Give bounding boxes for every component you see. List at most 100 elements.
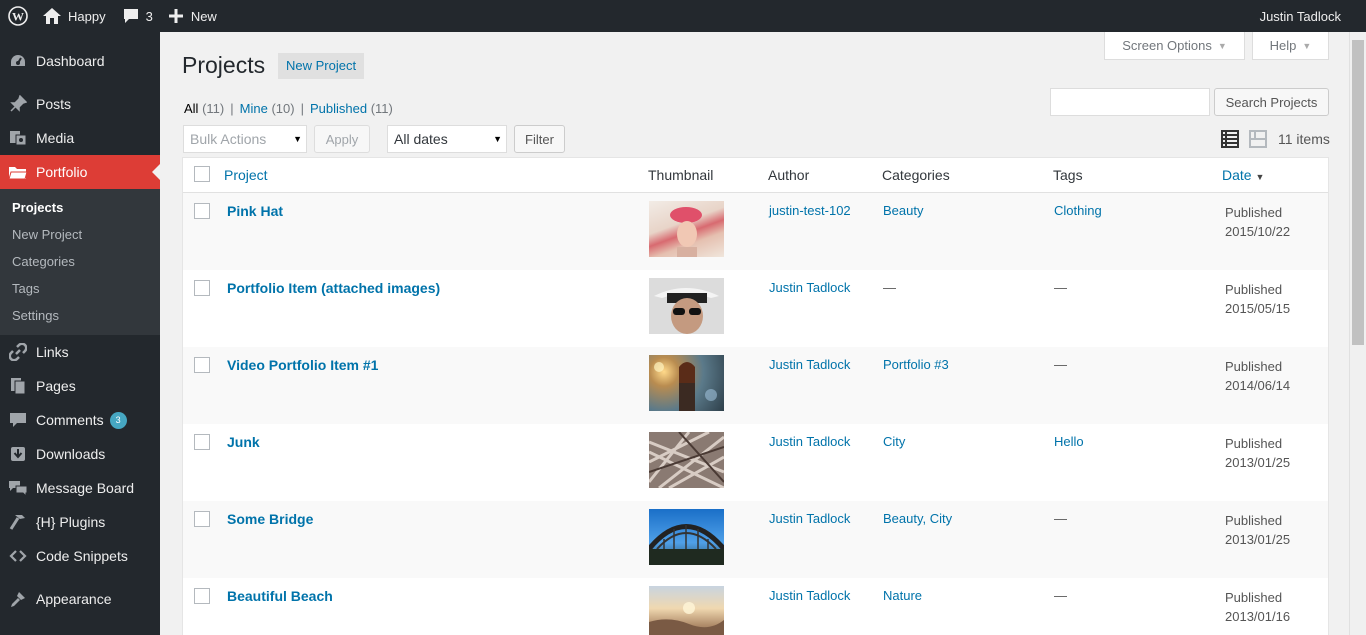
- excerpt-view-icon[interactable]: [1249, 130, 1267, 151]
- post-date-value: 2014/06/14: [1225, 378, 1291, 393]
- filter-mine[interactable]: Mine (10): [240, 101, 295, 116]
- column-project[interactable]: Project: [224, 167, 268, 183]
- menu-item-pages[interactable]: Pages: [0, 369, 160, 403]
- project-title-link[interactable]: Junk: [227, 434, 260, 450]
- menu-item-appearance[interactable]: Appearance: [0, 582, 160, 616]
- dropdown-arrow-icon: ▼: [293, 134, 302, 144]
- search-projects-button[interactable]: Search Projects: [1214, 88, 1329, 116]
- screen-options-button[interactable]: Screen Options ▼: [1104, 32, 1245, 60]
- select-all-checkbox[interactable]: [194, 166, 210, 182]
- author-link[interactable]: justin-test-102: [769, 203, 851, 218]
- row-checkbox[interactable]: [194, 203, 210, 219]
- filter-button[interactable]: Filter: [514, 125, 565, 153]
- menu-item-label: Portfolio: [36, 164, 88, 180]
- row-checkbox[interactable]: [194, 280, 210, 296]
- submenu-item-settings[interactable]: Settings: [0, 302, 160, 329]
- menu-item-comments[interactable]: Comments 3: [0, 403, 160, 437]
- project-thumbnail[interactable]: [649, 201, 724, 257]
- help-button[interactable]: Help ▼: [1252, 32, 1329, 60]
- post-status: Published: [1225, 590, 1283, 605]
- comments-count: 3: [145, 8, 153, 24]
- post-status: Published: [1225, 205, 1283, 220]
- submenu-item-tags[interactable]: Tags: [0, 275, 160, 302]
- apply-button[interactable]: Apply: [314, 125, 370, 153]
- submenu-item-categories[interactable]: Categories: [0, 248, 160, 275]
- menu-item-links[interactable]: Links: [0, 335, 160, 369]
- scrollbar-thumb[interactable]: [1352, 40, 1364, 345]
- filter-published[interactable]: Published (11): [310, 101, 393, 116]
- divider: |: [230, 101, 234, 116]
- project-title-link[interactable]: Video Portfolio Item #1: [227, 357, 378, 373]
- search-input[interactable]: [1050, 88, 1210, 116]
- post-date: Published 2015/10/22: [1225, 203, 1290, 241]
- comments-link[interactable]: 3: [114, 0, 161, 32]
- category-link[interactable]: City: [883, 434, 905, 449]
- category-link[interactable]: Nature: [883, 588, 922, 603]
- category-link[interactable]: Beauty, City: [883, 511, 952, 526]
- tag-empty: —: [1054, 357, 1067, 372]
- category-empty: —: [883, 280, 896, 295]
- user-account-link[interactable]: Justin Tadlock: [1252, 0, 1366, 32]
- hammer-icon: [8, 512, 28, 532]
- submenu-item-projects[interactable]: Projects: [0, 194, 160, 221]
- list-view-icon[interactable]: [1221, 130, 1239, 151]
- row-checkbox[interactable]: [194, 357, 210, 373]
- screen-options-label: Screen Options: [1122, 38, 1212, 53]
- author-link[interactable]: Justin Tadlock: [769, 511, 850, 526]
- menu-item-message-board[interactable]: Message Board: [0, 471, 160, 505]
- project-thumbnail[interactable]: [647, 509, 726, 565]
- row-checkbox[interactable]: [194, 434, 210, 450]
- projects-table: Project Thumbnail Author Categories Tags…: [182, 157, 1329, 635]
- submenu-item-new-project[interactable]: New Project: [0, 221, 160, 248]
- post-date-value: 2013/01/25: [1225, 532, 1291, 547]
- date-filter-select[interactable]: All dates ▼: [387, 125, 507, 153]
- wordpress-logo-icon[interactable]: W: [2, 0, 34, 32]
- pin-icon: [8, 94, 28, 114]
- tag-link[interactable]: Hello: [1054, 434, 1084, 449]
- menu-item-plugins[interactable]: {H} Plugins: [0, 505, 160, 539]
- menu-item-dashboard[interactable]: Dashboard: [0, 44, 160, 78]
- project-thumbnail[interactable]: [649, 278, 724, 334]
- menu-item-portfolio[interactable]: Portfolio: [0, 155, 160, 189]
- project-title-link[interactable]: Portfolio Item (attached images): [227, 280, 440, 296]
- menu-item-label: Comments: [36, 412, 104, 428]
- author-link[interactable]: Justin Tadlock: [769, 588, 850, 603]
- project-title-link[interactable]: Beautiful Beach: [227, 588, 333, 604]
- date-filter-value: All dates: [394, 131, 448, 147]
- author-link[interactable]: Justin Tadlock: [769, 357, 850, 372]
- portfolio-submenu: Projects New Project Categories Tags Set…: [0, 189, 160, 335]
- site-name-link[interactable]: Happy: [34, 0, 114, 32]
- new-content-link[interactable]: New: [161, 0, 225, 32]
- project-thumbnail[interactable]: [647, 430, 725, 490]
- menu-item-label: Appearance: [36, 591, 112, 607]
- media-icon: [8, 128, 28, 148]
- page-scrollbar[interactable]: [1349, 32, 1366, 635]
- comments-badge: 3: [109, 411, 127, 429]
- author-link[interactable]: Justin Tadlock: [769, 280, 850, 295]
- menu-item-media[interactable]: Media: [0, 121, 160, 155]
- project-title-link[interactable]: Some Bridge: [227, 511, 313, 527]
- filter-all[interactable]: All (11): [184, 101, 224, 116]
- tag-link[interactable]: Clothing: [1054, 203, 1102, 218]
- category-link[interactable]: Portfolio #3: [883, 357, 949, 372]
- post-date: Published 2013/01/25: [1225, 434, 1290, 472]
- column-date[interactable]: Date ▼: [1222, 167, 1264, 183]
- author-link[interactable]: Justin Tadlock: [769, 434, 850, 449]
- bulk-actions-select[interactable]: Bulk Actions ▼: [183, 125, 307, 153]
- new-project-button[interactable]: New Project: [278, 53, 365, 79]
- filter-published-count: (11): [370, 101, 393, 116]
- row-checkbox[interactable]: [194, 511, 210, 527]
- row-checkbox[interactable]: [194, 588, 210, 604]
- table-row: Portfolio Item (attached images) Justin …: [183, 270, 1328, 347]
- help-label: Help: [1269, 38, 1297, 53]
- project-title-link[interactable]: Pink Hat: [227, 203, 283, 219]
- category-link[interactable]: Beauty: [883, 203, 923, 218]
- menu-item-posts[interactable]: Posts: [0, 87, 160, 121]
- project-thumbnail[interactable]: [649, 586, 724, 635]
- filter-mine-label: Mine: [239, 101, 268, 116]
- filter-mine-count: (10): [271, 101, 295, 116]
- menu-item-downloads[interactable]: Downloads: [0, 437, 160, 471]
- post-date: Published 2015/05/15: [1225, 280, 1290, 318]
- project-thumbnail[interactable]: [649, 355, 724, 411]
- menu-item-code-snippets[interactable]: Code Snippets: [0, 539, 160, 573]
